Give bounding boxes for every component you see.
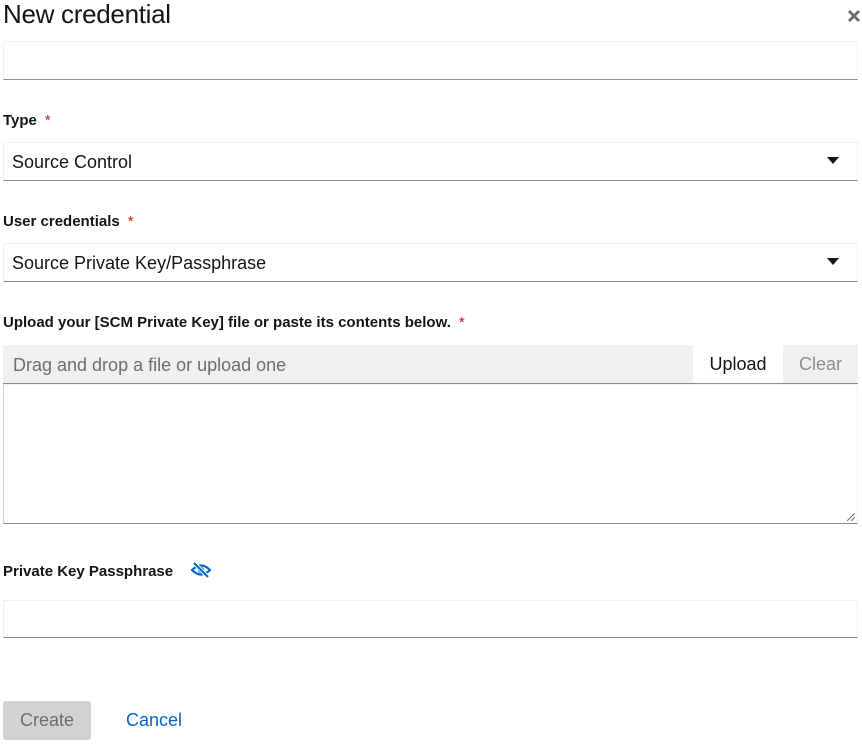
passphrase-input[interactable] [3,600,858,638]
upload-label: Upload your [SCM Private Key] file or pa… [3,313,465,333]
name-input[interactable] [3,41,858,80]
type-select-value: Source Control [12,152,133,172]
user-credentials-select-value: Source Private Key/Passphrase [12,253,267,273]
passphrase-visibility-toggle[interactable] [190,561,212,580]
type-label: Type * [3,111,51,131]
resize-grip-icon[interactable] [847,513,855,521]
user-credentials-select[interactable]: Source Private Key/Passphrase [3,243,858,282]
user-credentials-label: User credentials * [3,212,134,232]
type-select[interactable]: Source Control [3,142,858,181]
type-label-text: Type [3,112,37,129]
caret-down-icon [827,157,839,164]
required-mark: * [44,112,51,129]
file-drop-zone[interactable]: Drag and drop a file or upload one [3,345,693,384]
cancel-button[interactable]: Cancel [126,701,182,740]
caret-down-icon [827,258,839,265]
key-contents-textarea[interactable] [3,384,858,524]
user-credentials-label-text: User credentials [3,213,120,230]
upload-button[interactable]: Upload [693,345,783,384]
required-mark: * [458,314,465,331]
clear-button[interactable]: Clear [783,345,858,384]
file-drop-placeholder: Drag and drop a file or upload one [13,355,287,375]
required-mark: * [127,213,134,230]
eye-slash-icon [190,561,212,579]
upload-label-text: Upload your [SCM Private Key] file or pa… [3,314,451,331]
close-icon [847,9,861,23]
create-button[interactable]: Create [3,701,91,740]
close-button[interactable] [846,6,862,26]
passphrase-label: Private Key Passphrase [3,563,174,580]
modal-title: New credential [3,0,171,29]
file-upload-row: Drag and drop a file or upload one Uploa… [3,345,858,384]
